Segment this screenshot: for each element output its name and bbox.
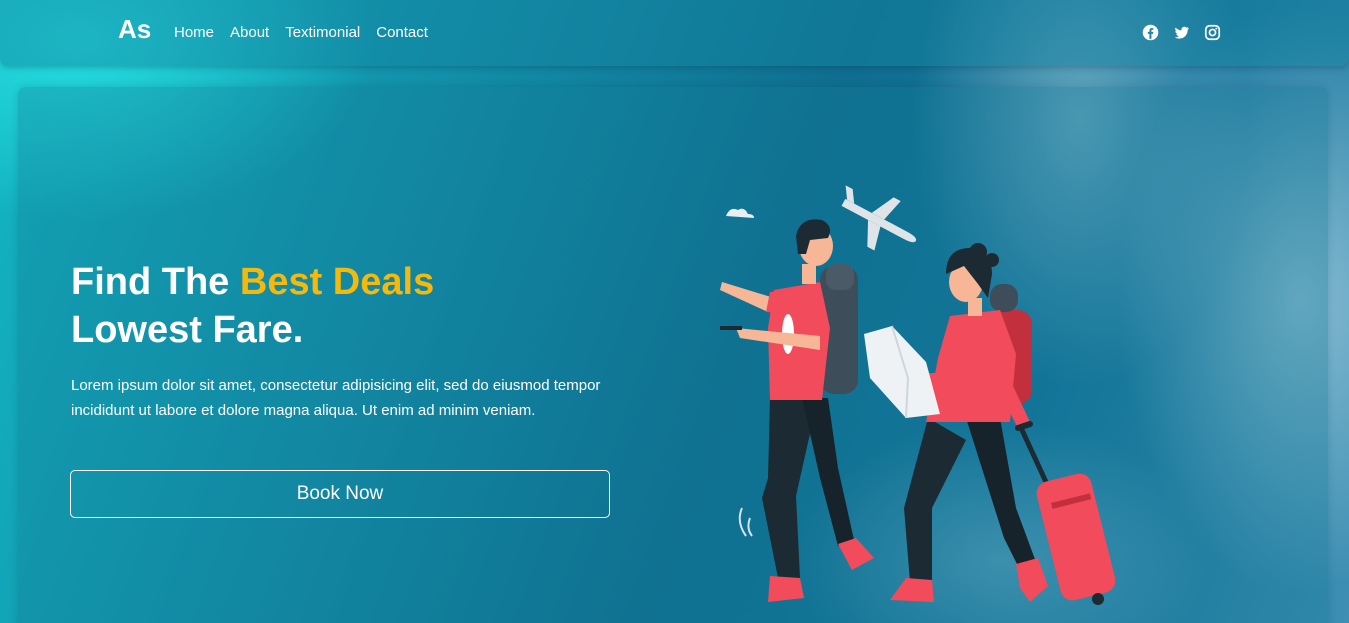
page: As Home About Textimonial Contact Find T… [0,0,1349,623]
headline-line2: Lowest Fare. [71,309,304,351]
motion-lines [738,507,753,537]
headline-accent: Best Deals [239,261,435,303]
logo[interactable]: As [118,14,151,45]
navbar: As Home About Textimonial Contact [0,0,1349,66]
man-figure [720,219,874,602]
social-links [1142,24,1221,41]
airplane-icon [841,185,917,251]
hero-headline: Find The Best Deals Lowest Fare. [71,258,434,354]
travelers-illustration [720,185,1116,605]
twitter-icon[interactable] [1173,24,1190,41]
cloud-shape [726,208,754,218]
instagram-icon[interactable] [1204,24,1221,41]
main-nav: Home About Textimonial Contact [174,24,428,41]
woman-figure [864,243,1048,602]
nav-contact-link[interactable]: Contact [376,24,428,41]
headline-text: Find The [71,261,240,303]
nav-about-link[interactable]: About [230,24,269,41]
nav-home-link[interactable]: Home [174,24,214,41]
book-now-button[interactable]: Book Now [70,470,610,518]
nav-testimonial-link[interactable]: Textimonial [285,24,360,41]
hero-description: Lorem ipsum dolor sit amet, consectetur … [71,377,601,419]
facebook-icon[interactable] [1142,24,1159,41]
